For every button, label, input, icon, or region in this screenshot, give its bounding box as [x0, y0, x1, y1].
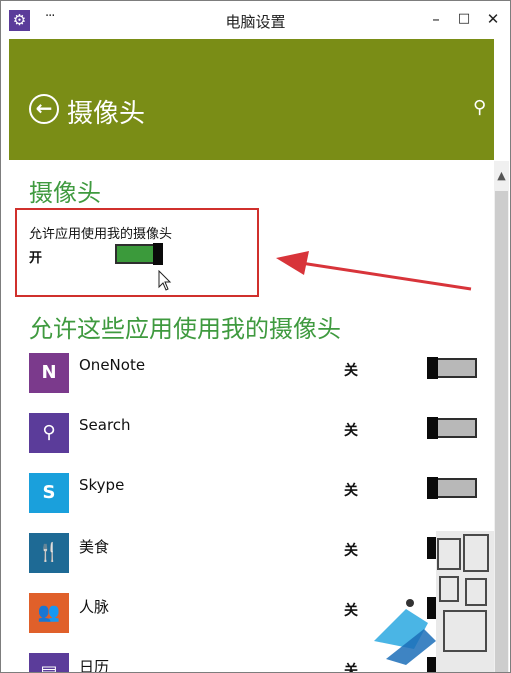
page-title: 摄像头 [67, 99, 146, 129]
scroll-up-icon[interactable]: ▲ [494, 169, 509, 185]
close-button[interactable]: ✕ [482, 9, 504, 29]
toggle-track [115, 244, 155, 264]
people-icon: 👥 [29, 593, 69, 633]
calendar-icon: ▤ [29, 653, 69, 672]
app-state-label: 关 [344, 663, 358, 673]
minimize-button[interactable]: – [425, 9, 447, 29]
app-row: ⚲ Search 关 [29, 413, 489, 455]
allow-camera-label: 允许应用使用我的摄像头 [29, 227, 173, 242]
watermark-logo-icon [374, 531, 494, 672]
camera-toggle[interactable] [115, 243, 163, 265]
app-state-label: 关 [344, 423, 358, 439]
apps-section-title: 允许这些应用使用我的摄像头 [29, 315, 341, 343]
app-camera-toggle[interactable] [427, 477, 477, 499]
app-state-label: 关 [344, 483, 358, 499]
app-state-label: 关 [344, 603, 358, 619]
toggle-knob [427, 417, 438, 439]
maximize-button[interactable]: □ [453, 9, 475, 29]
app-name: OneNote [79, 356, 146, 374]
search-icon: ⚲ [29, 413, 69, 453]
toggle-knob [153, 243, 163, 265]
red-arrow-icon [276, 251, 472, 291]
skype-icon: S [29, 473, 69, 513]
food-icon: 🍴 [29, 533, 69, 573]
page-header: ← 摄像头 ⚲ [9, 39, 494, 160]
onenote-icon: N [29, 353, 69, 393]
app-camera-toggle[interactable] [427, 357, 477, 379]
app-row: N OneNote 关 [29, 353, 489, 395]
search-icon[interactable]: ⚲ [473, 97, 486, 118]
app-state-label: 关 [344, 363, 358, 379]
app-name: 人脉 [79, 598, 110, 616]
title-bar: ⚙ ··· 电脑设置 – □ ✕ [1, 1, 510, 39]
app-row: S Skype 关 [29, 473, 489, 515]
app-name: Skype [79, 476, 125, 494]
scrollbar-thumb[interactable] [495, 191, 508, 672]
settings-window: ⚙ ··· 电脑设置 – □ ✕ ← 摄像头 ⚲ ▲ 摄像头 允许应用使用我的摄… [0, 0, 511, 673]
app-camera-toggle[interactable] [427, 417, 477, 439]
camera-state-label: 开 [29, 251, 43, 266]
app-state-label: 关 [344, 543, 358, 559]
app-name: 日历 [79, 658, 110, 673]
camera-section-title: 摄像头 [29, 179, 101, 207]
mouse-cursor-icon [158, 270, 172, 291]
app-name: 美食 [79, 538, 110, 556]
app-name: Search [79, 416, 131, 434]
toggle-knob [427, 357, 438, 379]
toggle-knob [427, 477, 438, 499]
back-arrow-icon[interactable]: ← [29, 94, 59, 124]
